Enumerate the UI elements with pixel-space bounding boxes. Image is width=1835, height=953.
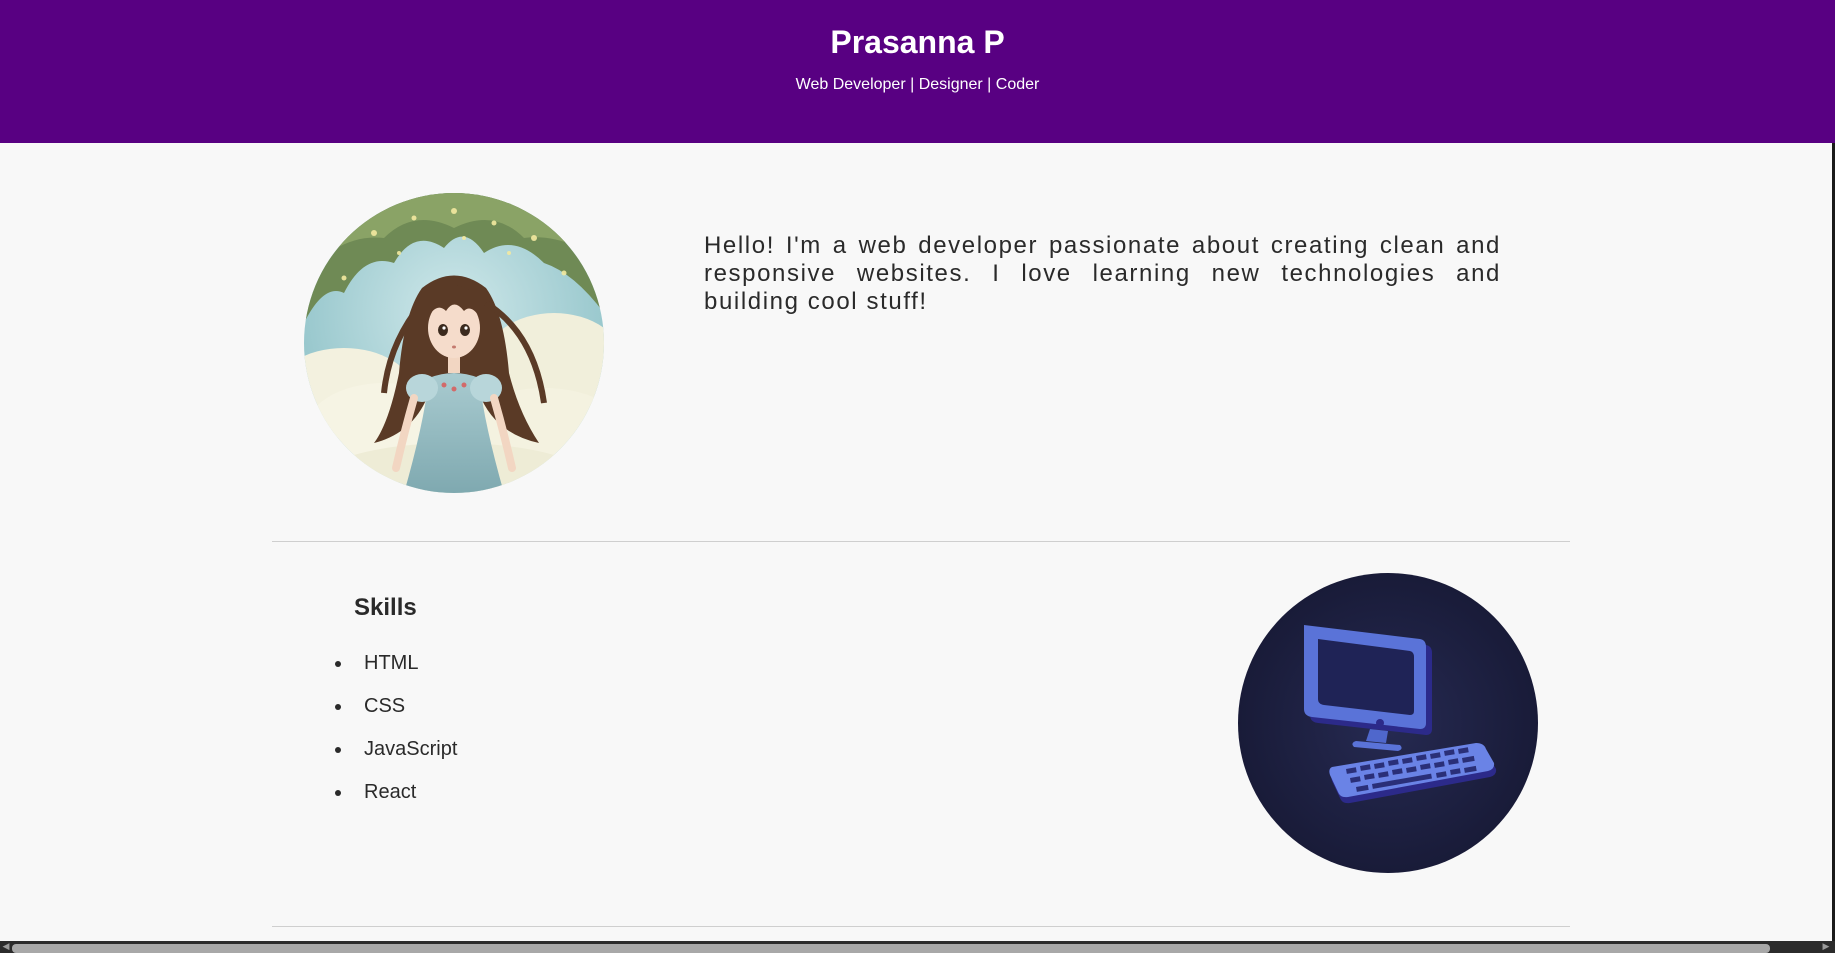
skill-item: CSS (332, 691, 457, 734)
computer-image (1238, 573, 1538, 873)
tagline: Web Developer | Designer | Coder (795, 76, 1040, 93)
skills-title: Skills (354, 594, 417, 621)
scroll-right-icon[interactable]: ▶ (1820, 941, 1832, 953)
about-text: Hello! I'm a web developer passionate ab… (704, 232, 1501, 315)
computer-icon (1238, 573, 1538, 873)
skill-item: React (332, 777, 457, 820)
scrollbar-thumb[interactable] (12, 944, 1770, 953)
profile-avatar (304, 193, 604, 493)
skills-list: HTML CSS JavaScript React (332, 648, 457, 820)
site-header: Prasanna P Web Developer | Designer | Co… (0, 0, 1835, 143)
skill-item: JavaScript (332, 734, 457, 777)
horizontal-scrollbar[interactable]: ◀ ▶ (0, 941, 1835, 953)
scroll-left-icon[interactable]: ◀ (0, 941, 12, 953)
page: Prasanna P Web Developer | Designer | Co… (0, 0, 1835, 953)
section-divider (272, 541, 1570, 542)
page-title: Prasanna P (830, 24, 1005, 60)
skill-item: HTML (332, 648, 457, 691)
anime-girl-illustration (304, 193, 604, 493)
section-divider (272, 926, 1570, 927)
